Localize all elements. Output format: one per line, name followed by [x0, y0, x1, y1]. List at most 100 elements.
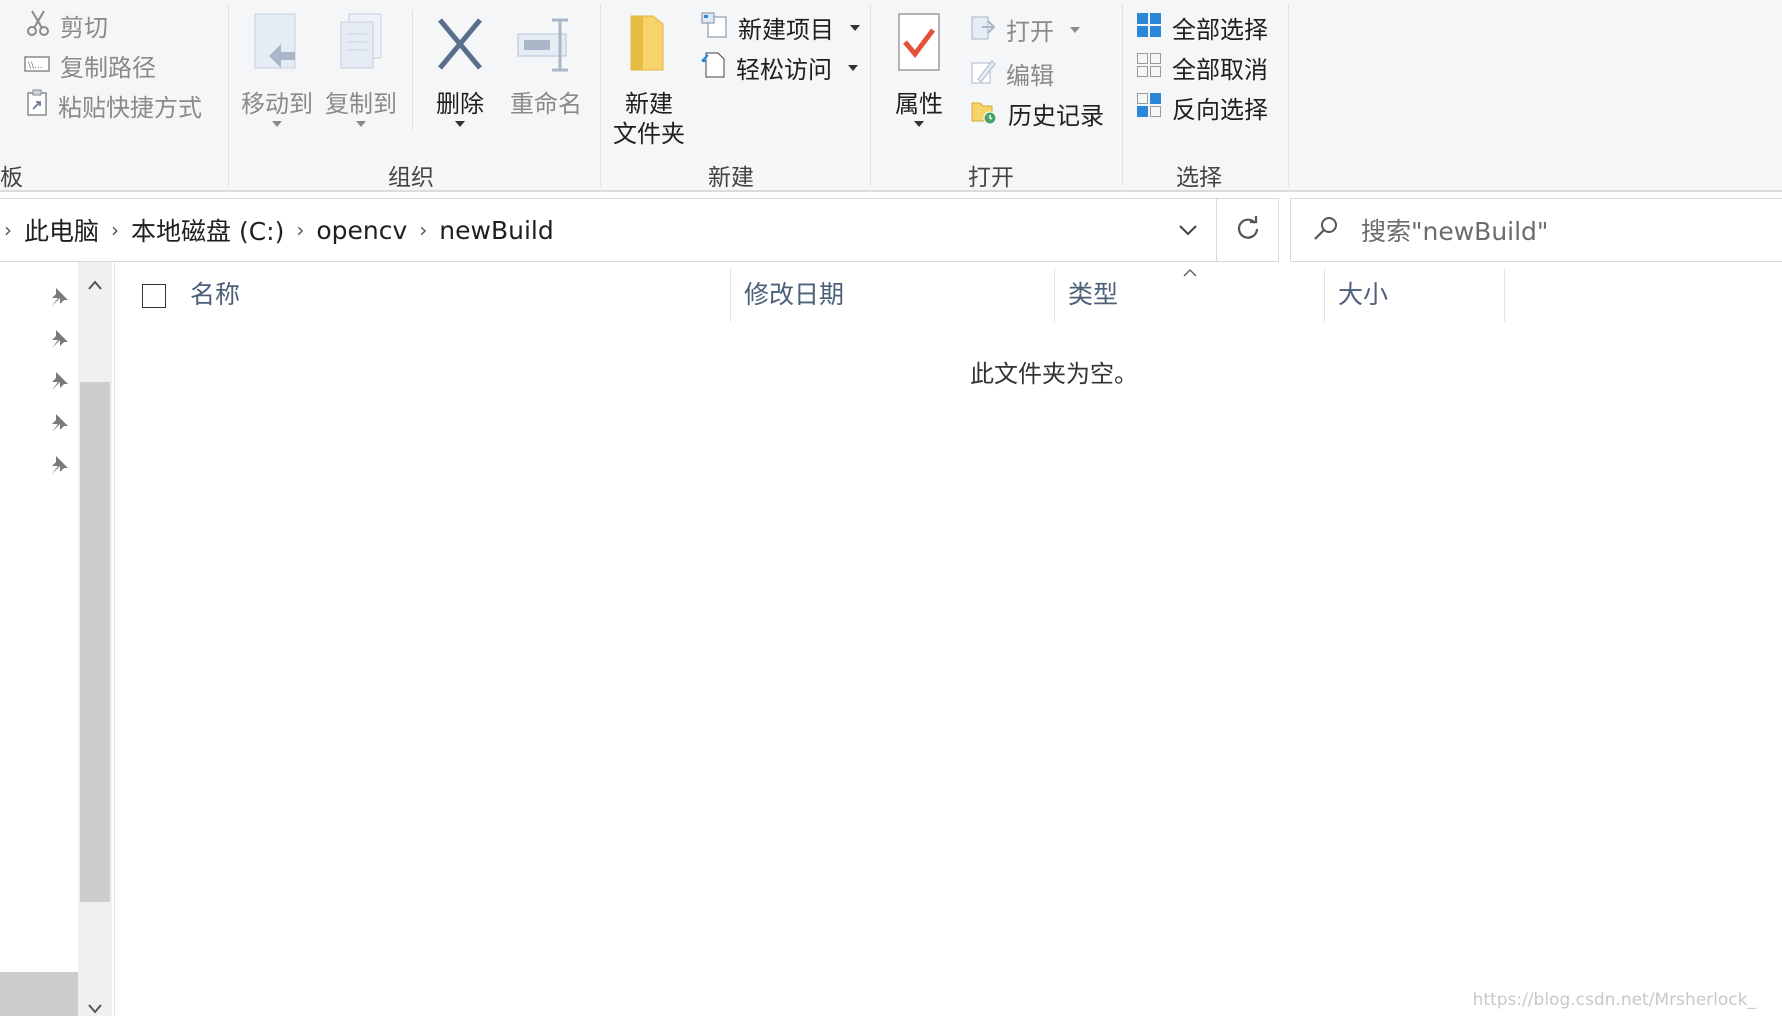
new-folder-label-line2: 文件夹	[613, 120, 685, 148]
watermark: https://blog.csdn.net/Mrsherlock_	[1472, 990, 1756, 1010]
refresh-button[interactable]	[1216, 199, 1279, 261]
rename-icon	[504, 12, 588, 83]
ribbon-separator	[870, 4, 871, 186]
ribbon-separator	[600, 4, 601, 186]
copy-path-label: 复制路径	[60, 54, 156, 82]
properties-dropdown-icon	[914, 121, 924, 127]
clipboard-group-label: 板	[0, 165, 23, 191]
invert-selection-label: 反向选择	[1172, 96, 1268, 124]
ribbon-separator	[412, 10, 413, 130]
column-header-size-label: 大小	[1338, 280, 1389, 309]
pin-icon[interactable]	[48, 328, 70, 354]
easy-access-label: 轻松访问	[736, 56, 832, 84]
open-dropdown-icon	[1070, 26, 1080, 33]
nav-scrollbar-thumb[interactable]	[80, 382, 110, 902]
select-all-checkbox[interactable]	[142, 284, 166, 308]
cut-button[interactable]: 剪切	[26, 8, 108, 43]
new-group-label: 新建	[708, 165, 754, 191]
pin-icon[interactable]	[48, 454, 70, 480]
invert-selection-button[interactable]: 反向选择	[1136, 90, 1268, 125]
select-none-icon	[1136, 52, 1162, 84]
empty-folder-message: 此文件夹为空。	[970, 360, 1138, 388]
select-all-icon	[1136, 12, 1162, 44]
cut-label: 剪切	[60, 14, 108, 42]
pin-icon[interactable]	[48, 286, 70, 312]
move-to-icon	[238, 12, 316, 83]
new-folder-button[interactable]: 新建 文件夹	[606, 12, 692, 149]
copy-path-button[interactable]: \\... 复制路径	[24, 48, 156, 83]
breadcrumb-this-pc[interactable]: 此电脑	[16, 212, 107, 248]
open-icon	[970, 13, 996, 47]
ribbon: 剪切 \\... 复制路径 粘贴快捷方式 板 移动到 复制到 删除 重命名 组织…	[0, 0, 1782, 192]
chevron-right-icon[interactable]: ›	[415, 218, 431, 242]
ribbon-divider	[0, 190, 1782, 192]
edit-button[interactable]: 编辑	[970, 56, 1054, 91]
easy-access-icon	[700, 51, 726, 85]
rename-button[interactable]: 重命名	[504, 12, 588, 119]
column-separator[interactable]	[730, 268, 731, 322]
copy-path-icon: \\...	[24, 52, 50, 80]
folder-icon	[606, 12, 692, 83]
search-box[interactable]: 搜索"newBuild"	[1290, 198, 1782, 262]
new-item-dropdown-icon	[850, 24, 860, 31]
rename-label: 重命名	[510, 90, 582, 118]
pin-icon[interactable]	[48, 370, 70, 396]
column-header-modified[interactable]: 修改日期	[744, 262, 844, 324]
delete-button[interactable]: 删除	[424, 12, 496, 127]
new-item-button[interactable]: 新建项目	[700, 10, 860, 45]
copy-to-icon	[322, 12, 400, 83]
open-button[interactable]: 打开	[970, 12, 1080, 47]
column-header-type[interactable]: 类型	[1068, 262, 1118, 324]
column-header-name-label: 名称	[190, 280, 241, 309]
move-to-button[interactable]: 移动到	[238, 12, 316, 127]
easy-access-button[interactable]: 轻松访问	[700, 50, 858, 85]
search-input-placeholder[interactable]: 搜索"newBuild"	[1361, 212, 1548, 248]
select-none-button[interactable]: 全部取消	[1136, 50, 1268, 85]
column-separator[interactable]	[1324, 268, 1325, 322]
chevron-right-icon[interactable]: ›	[0, 218, 16, 242]
breadcrumb-local-disk[interactable]: 本地磁盘 (C:)	[123, 212, 292, 248]
address-dropdown-button[interactable]	[1160, 199, 1216, 261]
column-separator[interactable]	[1054, 268, 1055, 322]
select-all-button[interactable]: 全部选择	[1136, 10, 1268, 45]
svg-text:\\...: \\...	[28, 61, 43, 71]
paste-shortcut-button[interactable]: 粘贴快捷方式	[26, 88, 202, 123]
copy-to-button[interactable]: 复制到	[322, 12, 400, 127]
new-item-label: 新建项目	[738, 16, 834, 44]
select-group-label: 选择	[1176, 165, 1222, 191]
scroll-up-arrow-icon[interactable]	[88, 274, 102, 295]
new-folder-label-line1: 新建	[625, 90, 673, 118]
breadcrumb-opencv[interactable]: opencv	[308, 216, 415, 245]
move-to-label: 移动到	[241, 90, 313, 118]
chevron-right-icon[interactable]: ›	[107, 218, 123, 242]
properties-button[interactable]: 属性	[880, 12, 958, 127]
history-label: 历史记录	[1008, 102, 1104, 130]
history-button[interactable]: 历史记录	[970, 96, 1104, 131]
column-header-size[interactable]: 大小	[1338, 262, 1388, 324]
open-label: 打开	[1006, 18, 1054, 46]
nav-horizontal-scrollbar-thumb[interactable]	[0, 972, 78, 1016]
history-folder-icon	[970, 97, 998, 131]
pin-icon[interactable]	[48, 412, 70, 438]
open-group-label: 打开	[968, 165, 1014, 191]
scissors-icon	[26, 9, 50, 43]
select-all-label: 全部选择	[1172, 16, 1268, 44]
sort-ascending-icon	[1182, 262, 1198, 283]
chevron-right-icon[interactable]: ›	[292, 218, 308, 242]
breadcrumb-newbuild[interactable]: newBuild	[431, 216, 561, 245]
column-header-name[interactable]: 名称	[190, 262, 240, 324]
refresh-icon	[1236, 214, 1260, 247]
edit-pencil-icon	[970, 57, 996, 91]
invert-selection-icon	[1136, 92, 1162, 124]
chevron-down-icon	[1178, 221, 1198, 240]
move-to-dropdown-icon	[272, 121, 282, 127]
copy-to-label: 复制到	[325, 90, 397, 118]
delete-dropdown-icon	[455, 121, 465, 127]
address-bar[interactable]: › 此电脑 › 本地磁盘 (C:) › opencv › newBuild	[0, 198, 1279, 262]
pane-divider[interactable]	[114, 262, 115, 1016]
ribbon-separator	[1288, 4, 1289, 186]
delete-x-icon	[424, 12, 496, 83]
properties-check-icon	[880, 12, 958, 83]
search-icon	[1313, 215, 1339, 245]
column-separator[interactable]	[1504, 268, 1505, 322]
